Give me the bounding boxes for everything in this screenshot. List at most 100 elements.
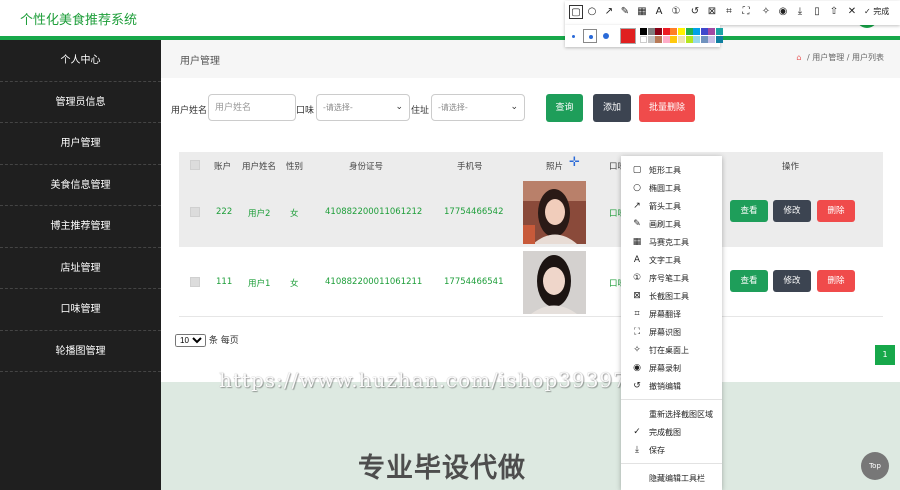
text-icon[interactable]: A (652, 5, 666, 19)
row-checkbox[interactable] (190, 207, 200, 217)
color-swatch[interactable] (670, 36, 678, 43)
recognize-icon[interactable]: ⛶ (739, 5, 753, 19)
edit-button[interactable]: 修改 (773, 200, 811, 222)
color-swatch[interactable] (678, 28, 685, 35)
add-button[interactable]: 添加 (593, 94, 631, 122)
color-swatch[interactable] (716, 36, 723, 43)
taste-select[interactable]: -请选择- ⌄ (316, 94, 410, 121)
size-small-dot[interactable] (572, 35, 575, 38)
color-swatch[interactable] (708, 28, 716, 35)
color-swatch[interactable] (716, 28, 723, 35)
home-icon[interactable]: ⌂ (796, 53, 801, 62)
menu-long-screenshot-tool[interactable]: ⊠ 长截图工具 (621, 287, 722, 305)
view-button[interactable]: 查看 (730, 200, 768, 222)
brush-icon[interactable]: ✎ (618, 5, 632, 19)
sidebar-item-blogger-recommend[interactable]: 博主推荐管理 (0, 206, 161, 248)
chevron-down-icon: ⌄ (395, 102, 403, 112)
color-swatch[interactable] (647, 36, 655, 43)
done-label: 完成 (873, 7, 890, 16)
download-icon[interactable]: ⤓ (793, 5, 807, 19)
check-icon: ✓ (864, 7, 871, 16)
record-icon[interactable]: ◉ (776, 5, 790, 19)
breadcrumb-sep: / (846, 53, 850, 62)
color-swatch[interactable] (678, 36, 685, 43)
sidebar-item-food-info[interactable]: 美食信息管理 (0, 165, 161, 206)
breadcrumb-item-user-management[interactable]: 用户管理 (812, 53, 844, 62)
edit-button[interactable]: 修改 (773, 270, 811, 292)
select-all-checkbox[interactable] (190, 160, 200, 170)
menu-ellipse-tool[interactable]: ○ 椭圆工具 (621, 179, 722, 197)
color-swatch[interactable] (685, 28, 693, 35)
size-medium-option[interactable] (583, 29, 597, 43)
color-swatch[interactable] (655, 28, 663, 35)
delete-button[interactable]: 删除 (817, 270, 855, 292)
color-swatch[interactable] (685, 36, 693, 43)
sidebar-item-carousel[interactable]: 轮播图管理 (0, 331, 161, 372)
share-icon[interactable]: ⇧ (827, 5, 841, 19)
user-photo[interactable] (523, 181, 586, 244)
color-swatch[interactable] (647, 28, 655, 35)
close-icon[interactable]: ✕ (845, 5, 859, 19)
back-to-top-button[interactable]: Top (861, 452, 889, 480)
view-button[interactable]: 查看 (730, 270, 768, 292)
row-checkbox[interactable] (190, 277, 200, 287)
undo-icon[interactable]: ↺ (688, 5, 702, 19)
color-swatch[interactable] (640, 36, 647, 43)
menu-finish-screenshot[interactable]: ✓ 完成截图 (621, 423, 722, 441)
copy-icon[interactable]: ▯ (810, 5, 824, 19)
color-swatch[interactable] (640, 28, 647, 35)
long-screenshot-icon[interactable]: ⊠ (705, 5, 719, 19)
color-swatch[interactable] (708, 36, 716, 43)
arrow-icon[interactable]: ↗ (602, 5, 616, 19)
menu-screen-recognize[interactable]: ⛶ 屏幕识图 (621, 323, 722, 341)
watermark-text: 专业毕设代做 (358, 453, 526, 484)
rectangle-icon[interactable]: ▢ (569, 5, 583, 19)
color-swatch[interactable] (662, 36, 670, 43)
menu-pin-to-desktop[interactable]: ✧ 钉在桌面上 (621, 341, 722, 359)
mosaic-icon[interactable]: ▦ (635, 5, 649, 19)
sidebar-item-store-address[interactable]: 店址管理 (0, 248, 161, 289)
menu-rectangle-tool[interactable]: ▢ 矩形工具 (621, 161, 722, 179)
color-swatch[interactable] (693, 28, 701, 35)
color-swatch[interactable] (662, 28, 670, 35)
number-icon[interactable]: ① (669, 5, 683, 19)
menu-screen-record[interactable]: ◉ 屏幕录制 (621, 359, 722, 377)
color-swatch[interactable] (693, 36, 701, 43)
menu-brush-tool[interactable]: ✎ 画刷工具 (621, 215, 722, 233)
sidebar-item-personal-center[interactable]: 个人中心 (0, 40, 161, 82)
user-photo[interactable] (523, 251, 586, 314)
menu-mosaic-tool[interactable]: ▦ 马赛克工具 (621, 233, 722, 251)
menu-save[interactable]: ⤓ 保存 (621, 441, 722, 459)
translate-icon[interactable]: ⌗ (722, 5, 736, 19)
menu-text-tool[interactable]: A 文字工具 (621, 251, 722, 269)
sidebar-item-user-management[interactable]: 用户管理 (0, 123, 161, 165)
delete-button[interactable]: 删除 (817, 200, 855, 222)
menu-hide-toolbar[interactable]: 隐藏编辑工具栏 (621, 469, 722, 487)
number-icon: ① (632, 273, 642, 283)
current-color-swatch[interactable] (620, 28, 636, 44)
done-button[interactable]: ✓ 完成 (864, 6, 889, 17)
color-swatch[interactable] (670, 28, 678, 35)
download-icon: ⤓ (635, 445, 639, 455)
menu-arrow-tool[interactable]: ↗ 箭头工具 (621, 197, 722, 215)
col-account: 账户 (214, 162, 232, 172)
pagination-page-1[interactable]: 1 (875, 345, 895, 365)
menu-number-tool[interactable]: ① 序号笔工具 (621, 269, 722, 287)
page-size-select[interactable]: 10 (175, 334, 206, 347)
size-large-dot[interactable] (603, 33, 609, 39)
menu-undo-edit[interactable]: ↺ 撤销编辑 (621, 377, 722, 395)
cell-phone: 17754466542 (444, 207, 504, 217)
sidebar-item-taste[interactable]: 口味管理 (0, 289, 161, 331)
address-select[interactable]: -请选择- ⌄ (431, 94, 525, 121)
name-filter-input[interactable] (208, 94, 296, 121)
menu-screen-translate[interactable]: ⌗ 屏幕翻译 (621, 305, 722, 323)
color-swatch[interactable] (700, 28, 708, 35)
sidebar-item-admin-info[interactable]: 管理员信息 (0, 82, 161, 123)
batch-delete-button[interactable]: 批量删除 (639, 94, 695, 122)
menu-reselect-region[interactable]: 重新选择截图区域 (621, 405, 722, 423)
color-swatch[interactable] (700, 36, 708, 43)
ellipse-icon[interactable]: ○ (585, 5, 599, 19)
color-swatch[interactable] (655, 36, 663, 43)
pin-icon[interactable]: ✧ (759, 5, 773, 19)
query-button[interactable]: 查询 (546, 94, 583, 122)
